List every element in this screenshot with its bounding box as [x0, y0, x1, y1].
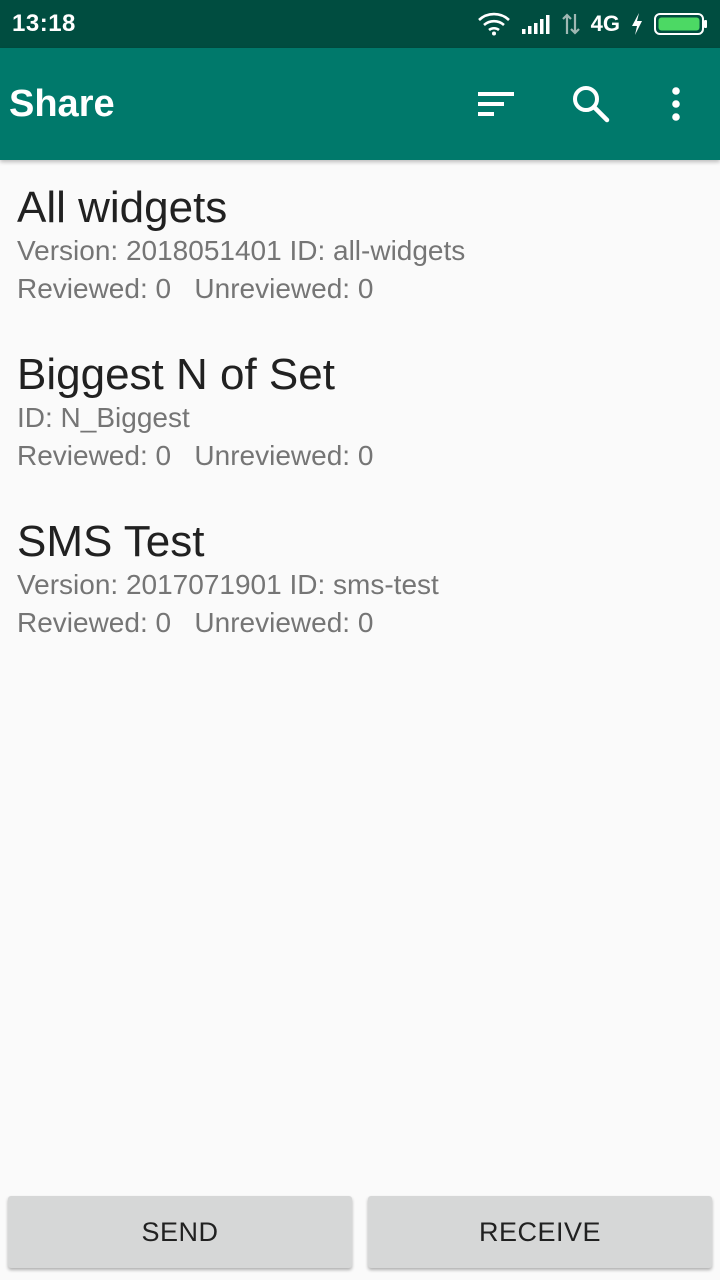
- signal-icon: [521, 13, 551, 35]
- data-arrows-icon: [561, 12, 581, 36]
- form-details: Version: 2018051401 ID: all-widgets: [17, 235, 466, 266]
- battery-icon: [654, 12, 708, 36]
- wifi-icon: [477, 12, 511, 36]
- status-icons: 4G: [477, 11, 708, 37]
- list-item[interactable]: Biggest N of Set ID: N_Biggest Reviewed:…: [0, 327, 720, 494]
- form-details: Version: 2017071901 ID: sms-test: [17, 569, 439, 600]
- list-item[interactable]: SMS Test Version: 2017071901 ID: sms-tes…: [0, 494, 720, 661]
- network-type-label: 4G: [590, 11, 620, 36]
- form-counts: Reviewed: 0 Unreviewed: 0: [17, 440, 374, 471]
- form-list: All widgets Version: 2018051401 ID: all-…: [0, 160, 720, 661]
- status-bar: 13:18 4G: [0, 0, 720, 48]
- receive-button[interactable]: RECEIVE: [368, 1196, 712, 1268]
- form-counts: Reviewed: 0 Unreviewed: 0: [17, 273, 374, 304]
- bottom-button-bar: SEND RECEIVE: [0, 1196, 720, 1270]
- form-title: SMS Test: [17, 517, 205, 566]
- form-title: All widgets: [17, 183, 228, 232]
- send-button[interactable]: SEND: [8, 1196, 352, 1268]
- form-details: ID: N_Biggest: [17, 402, 190, 433]
- list-item[interactable]: All widgets Version: 2018051401 ID: all-…: [0, 160, 720, 327]
- page-title: Share: [9, 83, 115, 125]
- sort-icon[interactable]: [468, 76, 524, 132]
- status-time: 13:18: [12, 10, 76, 37]
- charging-icon: [630, 12, 644, 36]
- search-icon[interactable]: [563, 76, 619, 132]
- more-vert-icon[interactable]: [648, 76, 704, 132]
- form-title: Biggest N of Set: [17, 350, 335, 399]
- form-counts: Reviewed: 0 Unreviewed: 0: [17, 607, 374, 638]
- app-bar: Share: [0, 48, 720, 160]
